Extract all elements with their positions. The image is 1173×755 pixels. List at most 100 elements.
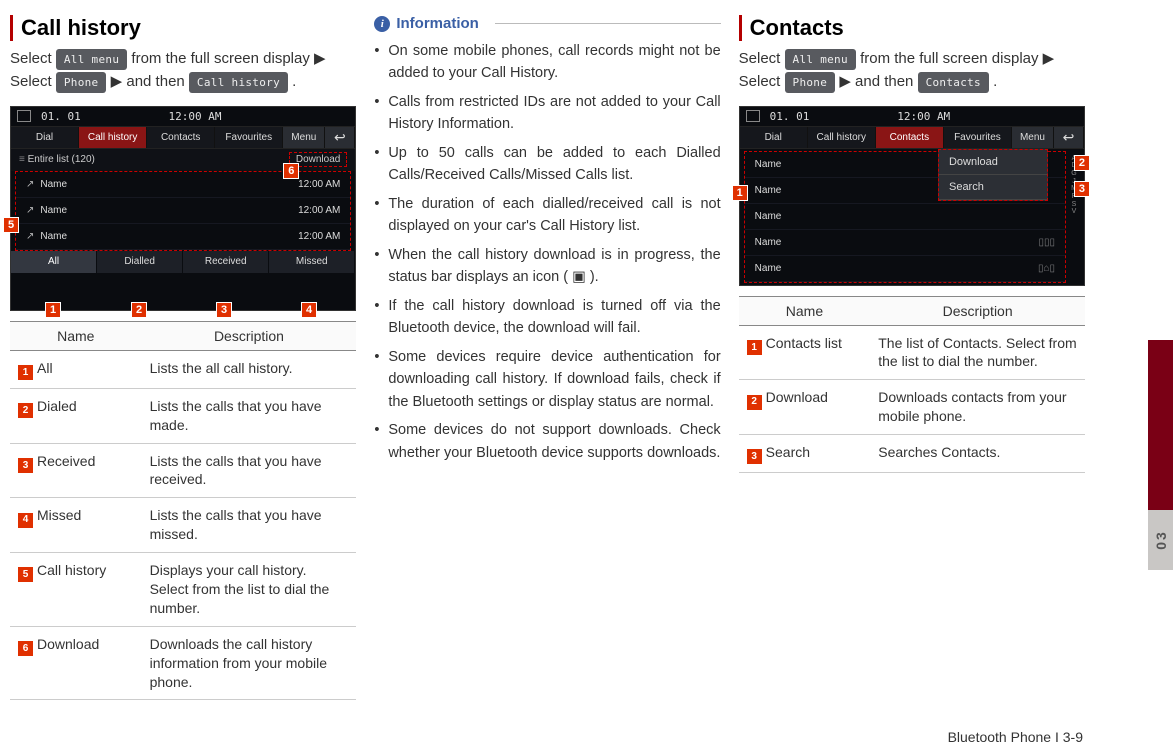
- side-tab-label: 03: [1148, 510, 1173, 570]
- th-name: Name: [739, 296, 871, 325]
- th-desc: Description: [142, 321, 357, 350]
- tab-favourites[interactable]: Favourites: [215, 127, 283, 148]
- info-item: If the call history download is turned o…: [374, 295, 720, 340]
- th-desc: Description: [870, 296, 1085, 325]
- row-name: Name: [755, 211, 782, 222]
- row-name: Contacts list: [766, 335, 842, 351]
- badge-2: 2: [131, 302, 147, 318]
- num-icon: 1: [18, 365, 33, 380]
- btn-phone[interactable]: Phone: [785, 72, 836, 93]
- row-name: Name: [40, 205, 67, 216]
- tab-dial[interactable]: Dial: [740, 127, 808, 148]
- txt: .: [292, 73, 296, 90]
- num-icon: 6: [18, 641, 33, 656]
- row-name: Name: [40, 179, 67, 190]
- table-call-history: Name Description 1AllLists the all call …: [10, 321, 356, 701]
- menu-search[interactable]: Search: [939, 175, 1047, 200]
- row-time: 12:00 AM: [298, 205, 340, 216]
- home-icon: [746, 110, 760, 122]
- row-desc: Lists the all call history.: [142, 350, 357, 388]
- row-name: Name: [755, 237, 782, 248]
- row-desc: Displays your call history. Select from …: [142, 553, 357, 627]
- tab-menu[interactable]: Menu: [283, 127, 325, 148]
- btn-contacts[interactable]: Contacts: [918, 72, 989, 93]
- row-desc: Lists the calls that you have made.: [142, 388, 357, 443]
- info-item: When the call history download is in pro…: [374, 244, 720, 289]
- badge-4: 4: [301, 302, 317, 318]
- filter-all[interactable]: All: [11, 251, 97, 273]
- tab-menu[interactable]: Menu: [1012, 127, 1054, 148]
- date: 01. 01: [41, 110, 81, 123]
- contact-row[interactable]: Name▯⌂▯: [745, 256, 1065, 282]
- th-name: Name: [10, 321, 142, 350]
- contact-row[interactable]: Name: [745, 204, 1065, 230]
- tab-call-history[interactable]: Call history: [79, 127, 147, 148]
- side-tab-active: [1148, 340, 1173, 510]
- info-list: On some mobile phones, call records migh…: [374, 40, 720, 464]
- call-row[interactable]: ↗Name 12:00 AM: [16, 198, 350, 224]
- filter-received[interactable]: Received: [183, 251, 269, 273]
- date: 01. 01: [770, 110, 810, 123]
- screenshot-contacts: 01. 01 12:00 AM Dial Call history Contac…: [739, 106, 1085, 286]
- back-icon[interactable]: ↩: [1054, 127, 1084, 148]
- filter-missed[interactable]: Missed: [269, 251, 355, 273]
- badge-1: 1: [732, 185, 748, 201]
- back-icon[interactable]: ↩: [325, 127, 355, 148]
- row-name: Name: [755, 159, 782, 170]
- btn-all-menu[interactable]: All menu: [56, 49, 127, 70]
- info-item: Some devices require device authenticati…: [374, 346, 720, 413]
- row-name: Name: [755, 263, 782, 274]
- txt: ▶ and then: [839, 73, 917, 90]
- num-icon: 3: [747, 449, 762, 464]
- filter-dialled[interactable]: Dialled: [97, 251, 183, 273]
- btn-call-history[interactable]: Call history: [189, 72, 288, 93]
- page-footer: Bluetooth Phone I 3-9: [948, 729, 1083, 745]
- row-desc: Lists the calls that you have received.: [142, 443, 357, 498]
- row-name: Missed: [37, 507, 81, 523]
- tab-dial[interactable]: Dial: [11, 127, 79, 148]
- information-heading: i Information: [374, 15, 720, 32]
- num-icon: 5: [18, 567, 33, 582]
- call-row[interactable]: ↗Name 12:00 AM: [16, 172, 350, 198]
- row-name: Download: [37, 636, 99, 652]
- info-item: On some mobile phones, call records migh…: [374, 40, 720, 85]
- badge-1: 1: [45, 302, 61, 318]
- txt: ▶ and then: [111, 73, 189, 90]
- tab-contacts[interactable]: Contacts: [147, 127, 215, 148]
- info-item: The duration of each dialled/received ca…: [374, 193, 720, 238]
- badge-2: 2: [1074, 155, 1090, 171]
- row-desc: Downloads the call history information f…: [142, 626, 357, 700]
- call-row[interactable]: ↗Name 12:00 AM: [16, 224, 350, 250]
- side-tabs: 03: [1095, 0, 1173, 755]
- row-name: Call history: [37, 562, 106, 578]
- instr-call-history: Select All menu from the full screen dis…: [10, 47, 356, 94]
- time: 12:00 AM: [819, 110, 1028, 123]
- contact-row[interactable]: Name▯▯▯: [745, 230, 1065, 256]
- menu-download[interactable]: Download: [939, 150, 1047, 175]
- tab-contacts[interactable]: Contacts: [876, 127, 944, 148]
- row-desc: Downloads contacts from your mobile phon…: [870, 380, 1085, 435]
- info-item: Calls from restricted IDs are not added …: [374, 91, 720, 136]
- num-icon: 1: [747, 340, 762, 355]
- entire-list-label: Entire list (120): [28, 154, 95, 165]
- tab-call-history[interactable]: Call history: [808, 127, 876, 148]
- info-icon: i: [374, 16, 390, 32]
- time: 12:00 AM: [91, 110, 300, 123]
- table-contacts: Name Description 1 Contacts list The list …: [739, 296, 1085, 474]
- btn-phone[interactable]: Phone: [56, 72, 107, 93]
- heading-call-history: Call history: [10, 15, 356, 41]
- home-icon: [17, 110, 31, 122]
- col-call-history: Call history Select All menu from the fu…: [10, 15, 356, 745]
- info-item: Some devices do not support downloads. C…: [374, 419, 720, 464]
- instr-contacts: Select All menu from the full screen dis…: [739, 47, 1085, 94]
- badge-5: 5: [3, 217, 19, 233]
- row-desc: Searches Contacts.: [870, 435, 1085, 473]
- btn-all-menu[interactable]: All menu: [785, 49, 856, 70]
- col-contacts: Contacts Select All menu from the full s…: [739, 15, 1085, 745]
- txt: Select: [739, 50, 785, 67]
- row-desc: Lists the calls that you have missed.: [142, 498, 357, 553]
- tab-favourites[interactable]: Favourites: [944, 127, 1012, 148]
- row-desc: The list of Contacts. Select from the li…: [870, 325, 1085, 380]
- num-icon: 3: [18, 458, 33, 473]
- num-icon: 2: [747, 395, 762, 410]
